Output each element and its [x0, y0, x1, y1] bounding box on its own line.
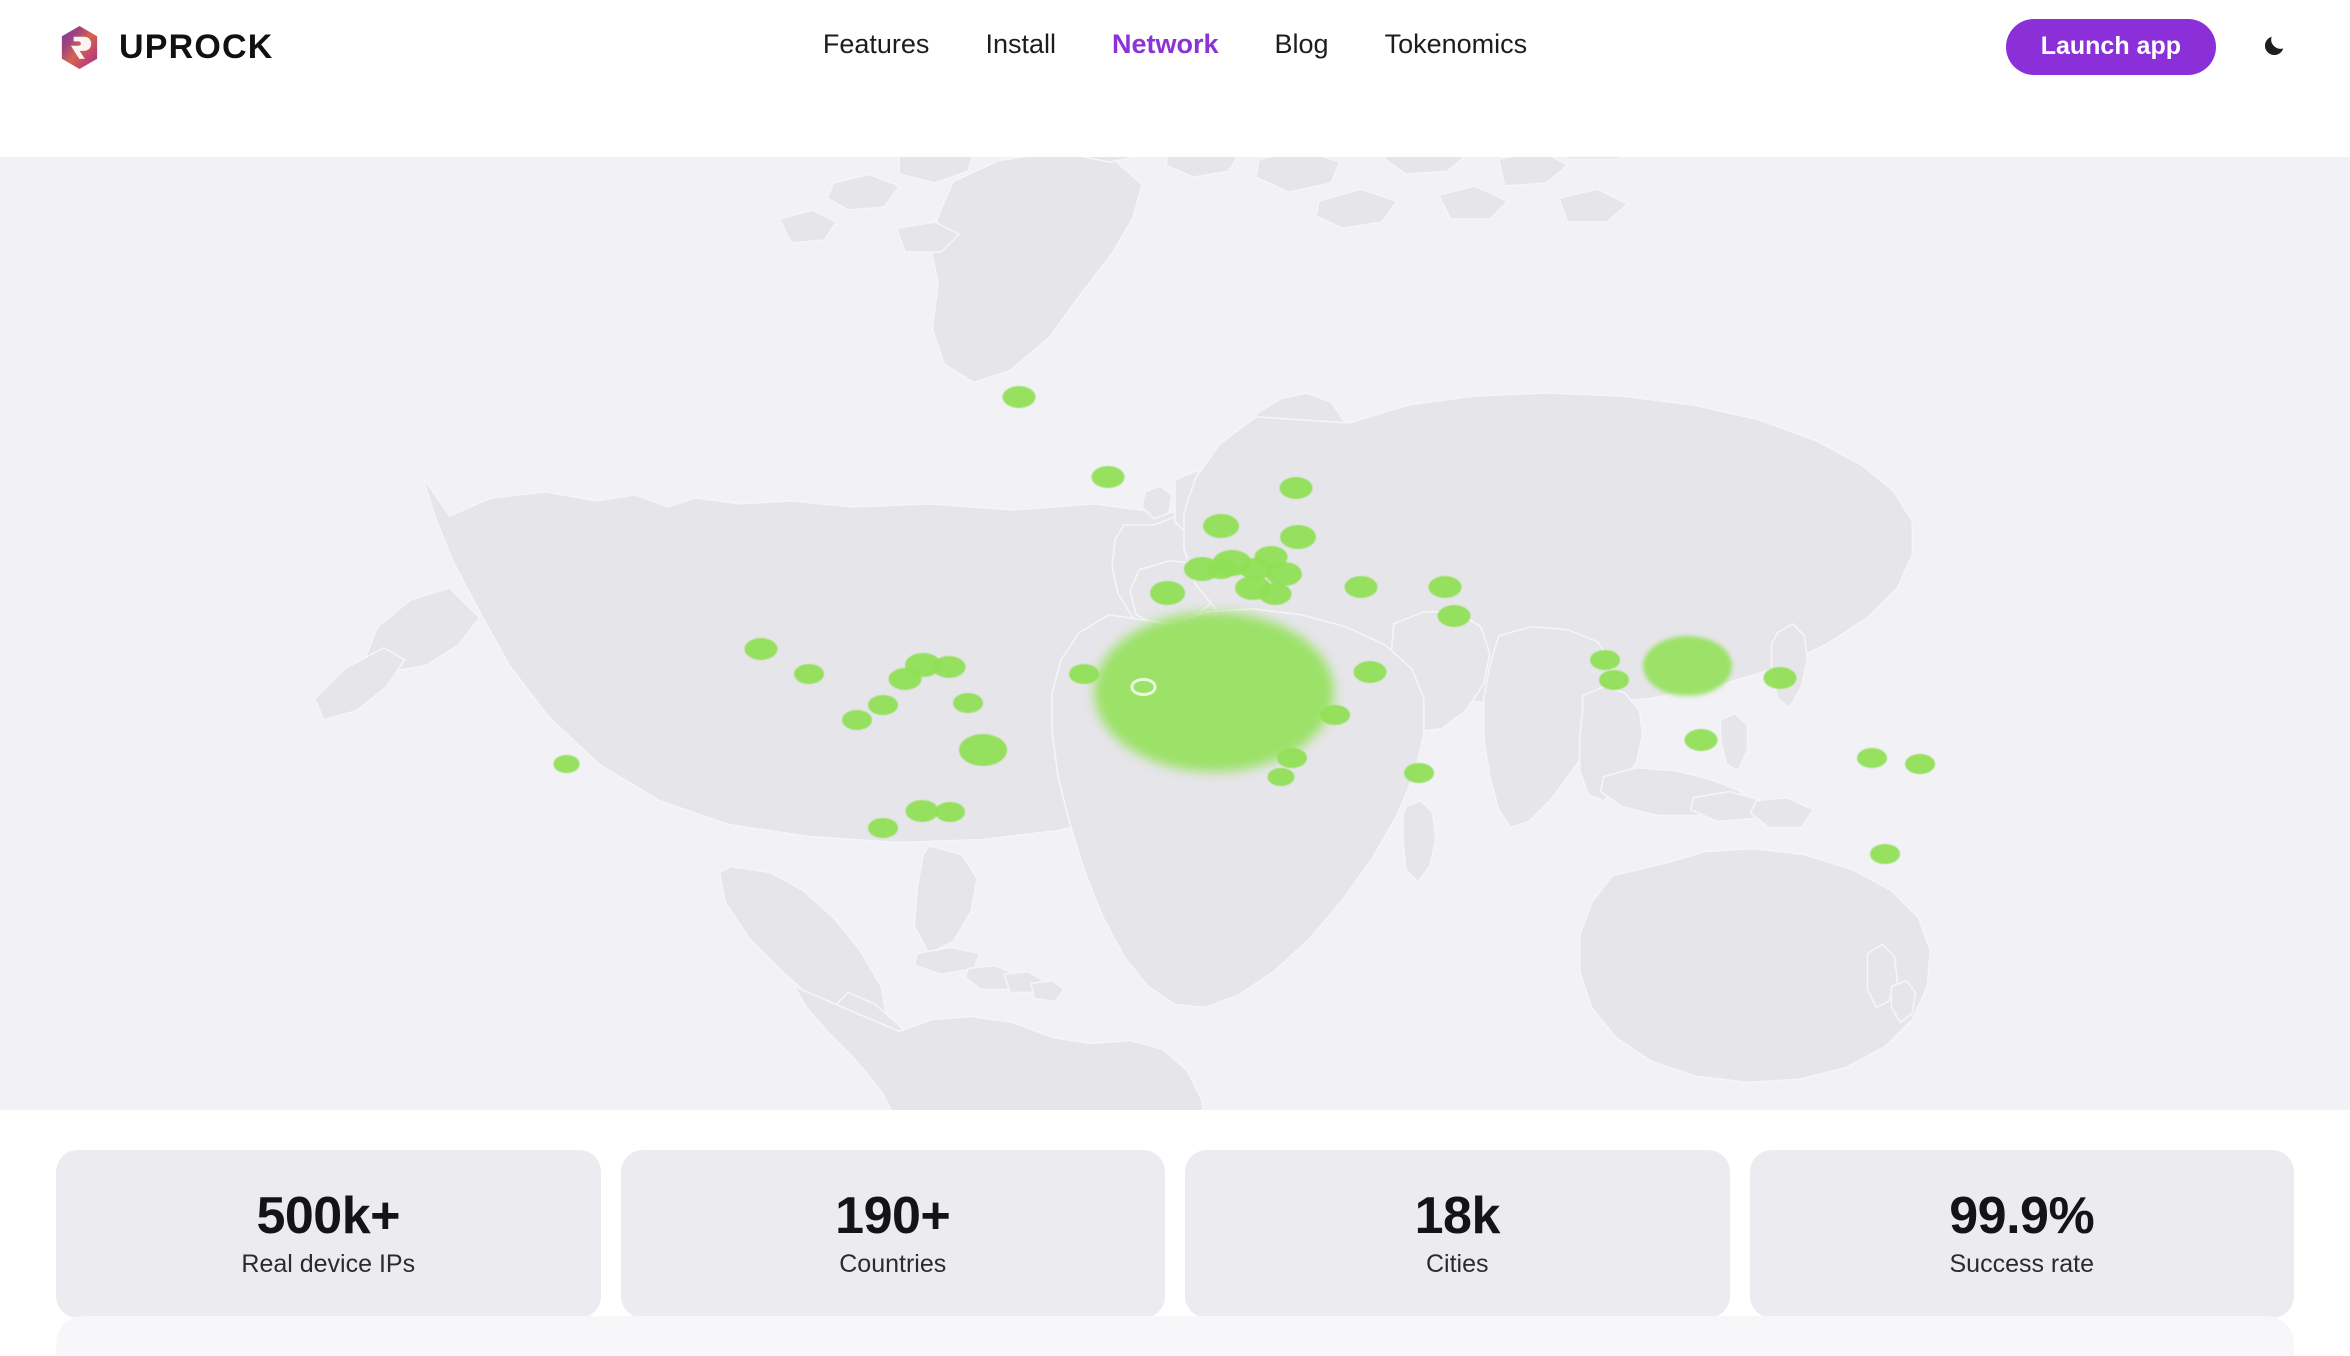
network-stats-section: 500k+ Real device IPs 190+ Countries 18k… — [0, 1110, 2350, 1356]
global-network-coverage-map[interactable] — [0, 157, 2350, 1110]
moon-icon — [2261, 33, 2287, 62]
stat-card-cities: 18k Cities — [1185, 1150, 1730, 1318]
header-actions: Launch app — [2006, 19, 2294, 75]
site-header: UPROCK Features Install Network Blog Tok… — [0, 0, 2350, 157]
stats-row: 500k+ Real device IPs 190+ Countries 18k… — [56, 1150, 2294, 1318]
launch-app-button[interactable]: Launch app — [2006, 19, 2216, 75]
stat-card-real-device-ips: 500k+ Real device IPs — [56, 1150, 601, 1318]
theme-toggle-button[interactable] — [2254, 27, 2294, 67]
uprock-hexagon-logo-icon — [56, 24, 103, 71]
stat-card-countries: 190+ Countries — [621, 1150, 1166, 1318]
stat-value: 190+ — [835, 1189, 950, 1244]
stat-value: 500k+ — [256, 1189, 400, 1244]
nav-item-tokenomics[interactable]: Tokenomics — [1385, 28, 1528, 60]
stat-label: Success rate — [1949, 1249, 2094, 1279]
stat-label: Countries — [839, 1249, 946, 1279]
nav-item-network[interactable]: Network — [1112, 28, 1219, 60]
stat-label: Cities — [1426, 1249, 1489, 1279]
nav-item-blog[interactable]: Blog — [1275, 28, 1329, 60]
stat-value: 99.9% — [1949, 1189, 2094, 1244]
brand-name: UPROCK — [119, 30, 274, 64]
page-root: UPROCK Features Install Network Blog Tok… — [0, 0, 2350, 1356]
stat-card-success-rate: 99.9% Success rate — [1750, 1150, 2295, 1318]
network-map-section — [0, 157, 2350, 1110]
nav-item-features[interactable]: Features — [823, 28, 930, 60]
world-map-graphic — [0, 157, 2350, 1110]
stat-value: 18k — [1415, 1189, 1500, 1244]
brand-logo-link[interactable]: UPROCK — [56, 24, 274, 71]
next-section-edge — [56, 1316, 2294, 1356]
main-navigation: Features Install Network Blog Tokenomics — [823, 28, 1527, 60]
nav-item-install[interactable]: Install — [985, 28, 1056, 60]
stat-label: Real device IPs — [241, 1249, 415, 1279]
header-inner: UPROCK Features Install Network Blog Tok… — [56, 0, 2294, 92]
